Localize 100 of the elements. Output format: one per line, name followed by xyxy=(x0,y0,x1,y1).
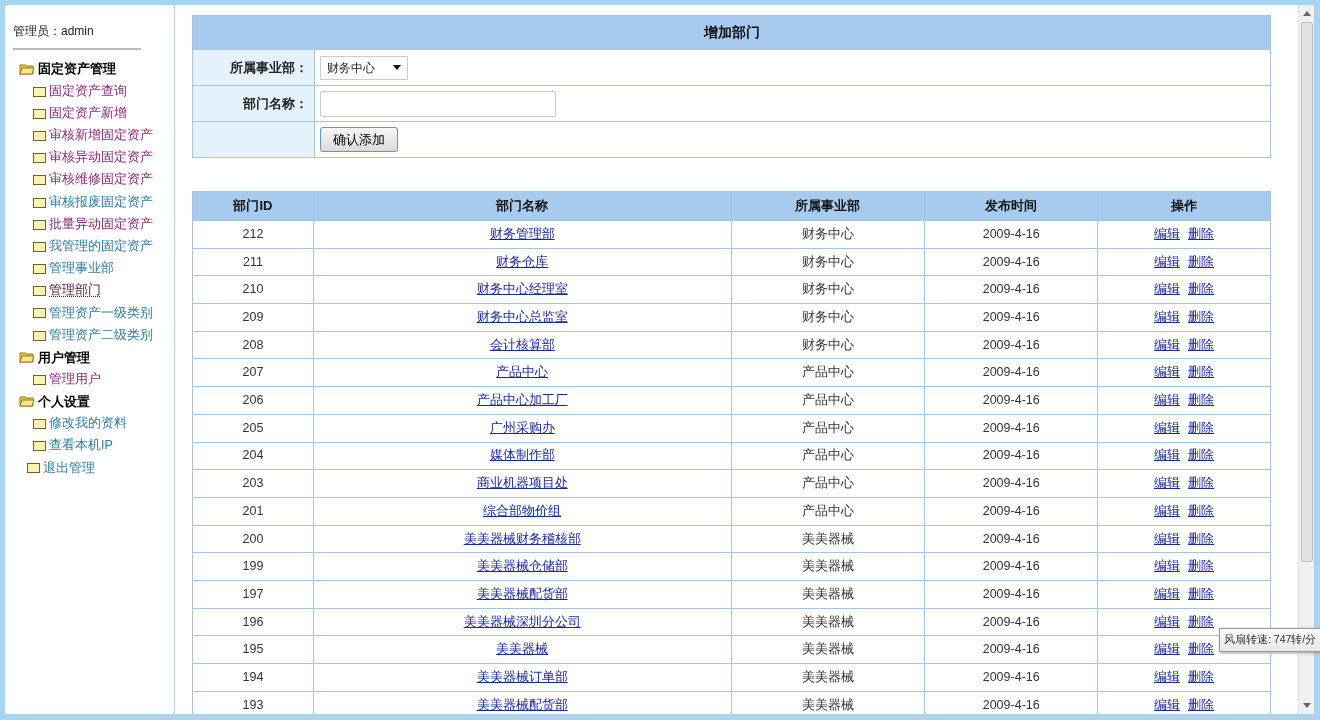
folder-icon xyxy=(33,196,46,208)
edit-link[interactable]: 编辑 xyxy=(1154,254,1181,269)
column-header: 发布时间 xyxy=(924,191,1098,221)
text-field[interactable] xyxy=(320,90,556,117)
department-link[interactable]: 商业机器项目处 xyxy=(476,476,568,491)
table-cell: 产品中心 xyxy=(731,497,925,526)
edit-link[interactable]: 编辑 xyxy=(1154,669,1181,684)
edit-link[interactable]: 编辑 xyxy=(1154,310,1181,325)
delete-link[interactable]: 删除 xyxy=(1188,476,1215,491)
table-cell: 2009-4-16 xyxy=(924,497,1098,526)
edit-link[interactable]: 编辑 xyxy=(1154,697,1181,712)
delete-link[interactable]: 删除 xyxy=(1188,254,1215,269)
edit-link[interactable]: 编辑 xyxy=(1154,420,1181,435)
delete-link[interactable]: 删除 xyxy=(1188,310,1215,325)
sidebar-link[interactable]: 审核维修固定资产 xyxy=(49,170,153,190)
delete-link[interactable]: 删除 xyxy=(1188,531,1215,546)
department-link[interactable]: 财务管理部 xyxy=(489,226,555,241)
delete-link[interactable]: 删除 xyxy=(1188,586,1215,601)
table-cell: 196 xyxy=(192,608,314,636)
edit-link[interactable]: 编辑 xyxy=(1154,476,1181,491)
department-link[interactable]: 美美器械 xyxy=(496,642,549,657)
delete-link[interactable]: 删除 xyxy=(1188,697,1215,712)
department-link[interactable]: 美美器械配货部 xyxy=(476,697,568,712)
department-link[interactable]: 财务中心总监室 xyxy=(476,310,568,325)
delete-link[interactable]: 删除 xyxy=(1188,669,1215,684)
admin-label: 管理员：admin xyxy=(13,22,141,50)
scrollbar-thumb[interactable] xyxy=(1300,22,1313,562)
department-link[interactable]: 产品中心加工厂 xyxy=(476,393,568,408)
folder-icon xyxy=(33,174,46,186)
scroll-down-arrow-icon[interactable] xyxy=(1302,703,1311,708)
folder-icon xyxy=(19,63,35,75)
edit-link[interactable]: 编辑 xyxy=(1154,559,1181,574)
sidebar-group-title[interactable]: 个人设置 xyxy=(38,391,90,412)
sidebar-link[interactable]: 管理资产一级类别 xyxy=(49,303,153,323)
edit-link[interactable]: 编辑 xyxy=(1154,642,1181,657)
sidebar-link[interactable]: 管理资产二级类别 xyxy=(49,325,153,345)
delete-link[interactable]: 删除 xyxy=(1188,393,1215,408)
table-cell: 2009-4-16 xyxy=(924,552,1098,581)
submit-button[interactable]: 确认添加 xyxy=(320,126,398,153)
sidebar-link[interactable]: 管理部门 xyxy=(49,281,101,301)
folder-icon xyxy=(33,373,46,385)
table-cell: 194 xyxy=(192,663,314,692)
department-link[interactable]: 综合部物价组 xyxy=(483,503,562,518)
sidebar-group-title[interactable]: 用户管理 xyxy=(38,347,90,367)
folder-icon xyxy=(33,152,46,164)
delete-link[interactable]: 删除 xyxy=(1188,642,1215,657)
folder-icon xyxy=(33,107,46,119)
delete-link[interactable]: 删除 xyxy=(1188,559,1215,574)
sidebar-link[interactable]: 我管理的固定资产 xyxy=(49,237,153,256)
sidebar-link[interactable]: 管理事业部 xyxy=(49,259,114,278)
department-link[interactable]: 美美器械仓储部 xyxy=(476,559,568,574)
department-link[interactable]: 财务中心经理室 xyxy=(476,282,568,297)
edit-link[interactable]: 编辑 xyxy=(1154,614,1181,629)
table-cell: 产品中心 xyxy=(731,442,925,470)
edit-link[interactable]: 编辑 xyxy=(1154,531,1181,546)
sidebar-link[interactable]: 查看本机IP xyxy=(49,436,113,456)
scroll-up-arrow-icon[interactable] xyxy=(1302,11,1311,16)
folder-icon xyxy=(33,285,46,297)
delete-link[interactable]: 删除 xyxy=(1188,503,1215,518)
department-link[interactable]: 产品中心 xyxy=(496,365,549,380)
sidebar-link[interactable]: 审核报废固定资产 xyxy=(49,192,153,212)
edit-link[interactable]: 编辑 xyxy=(1154,586,1181,601)
sidebar-link[interactable]: 审核新增固定资产 xyxy=(49,126,153,145)
edit-link[interactable]: 编辑 xyxy=(1154,365,1181,380)
sidebar-link[interactable]: 退出管理 xyxy=(43,458,95,478)
delete-link[interactable]: 删除 xyxy=(1188,365,1215,380)
sidebar-group-title[interactable]: 固定资产管理 xyxy=(38,59,116,79)
sidebar-link[interactable]: 固定资产查询 xyxy=(49,81,127,101)
department-link[interactable]: 美美器械配货部 xyxy=(476,586,568,601)
edit-link[interactable]: 编辑 xyxy=(1154,226,1181,241)
sidebar-link[interactable]: 批量异动固定资产 xyxy=(49,214,153,234)
edit-link[interactable]: 编辑 xyxy=(1154,503,1181,518)
sidebar-link[interactable]: 修改我的资料 xyxy=(49,414,127,433)
table-cell: 美美器械 xyxy=(731,608,925,636)
delete-link[interactable]: 删除 xyxy=(1188,448,1215,463)
delete-link[interactable]: 删除 xyxy=(1188,614,1215,629)
edit-link[interactable]: 编辑 xyxy=(1154,448,1181,463)
delete-link[interactable]: 删除 xyxy=(1188,282,1215,297)
sidebar-link[interactable]: 固定资产新增 xyxy=(49,103,127,123)
table-cell: 2009-4-16 xyxy=(924,248,1098,276)
department-link[interactable]: 广州采购办 xyxy=(489,420,555,435)
department-link[interactable]: 会计核算部 xyxy=(489,337,555,352)
delete-link[interactable]: 删除 xyxy=(1188,420,1215,435)
department-link[interactable]: 美美器械财务稽核部 xyxy=(463,531,581,546)
department-link[interactable]: 美美器械订单部 xyxy=(476,669,568,684)
table-cell: 产品中心 xyxy=(731,414,925,442)
edit-link[interactable]: 编辑 xyxy=(1154,337,1181,352)
delete-link[interactable]: 删除 xyxy=(1188,226,1215,241)
edit-link[interactable]: 编辑 xyxy=(1154,393,1181,408)
delete-link[interactable]: 删除 xyxy=(1188,337,1215,352)
table-cell: 2009-4-16 xyxy=(924,414,1098,442)
sidebar-link[interactable]: 审核异动固定资产 xyxy=(49,148,153,168)
edit-link[interactable]: 编辑 xyxy=(1154,282,1181,297)
department-link[interactable]: 媒体制作部 xyxy=(489,448,555,463)
sidebar-link[interactable]: 管理用户 xyxy=(49,369,101,389)
table-cell: 财务中心 xyxy=(731,303,925,332)
select-field[interactable]: 财务中心 xyxy=(320,55,408,80)
department-link[interactable]: 美美器械深圳分公司 xyxy=(463,614,581,629)
column-header: 部门ID xyxy=(192,191,314,221)
department-link[interactable]: 财务仓库 xyxy=(496,254,549,269)
